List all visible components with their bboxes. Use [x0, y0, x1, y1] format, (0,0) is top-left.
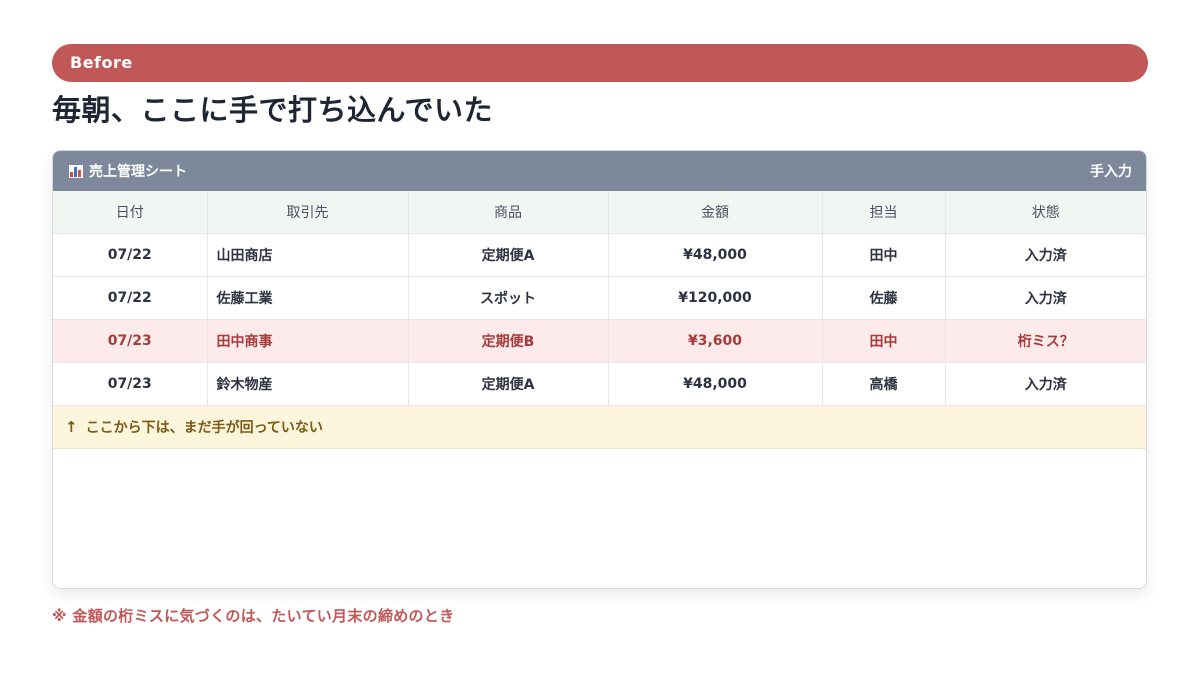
cell-product[interactable]: 定期便A — [408, 233, 609, 277]
column-header-owner: 担当 — [822, 191, 946, 234]
mode-label: 手入力 — [1090, 164, 1132, 180]
sales-sheet: 売上管理シート 手入力 日付 取引先 商品 金額 担当 状態 07/22 山田商… — [52, 150, 1147, 589]
pending-note-text: ここから下は、まだ手が回っていない — [85, 420, 323, 436]
cell-owner[interactable]: 佐藤 — [822, 276, 946, 320]
cell-date[interactable]: 07/22 — [53, 233, 208, 277]
cell-product[interactable]: 定期便B — [408, 319, 609, 363]
cell-client[interactable]: 鈴木物産 — [207, 362, 409, 406]
cell-amount[interactable]: ¥120,000 — [608, 276, 823, 320]
cell-client[interactable]: 田中商事 — [207, 319, 409, 363]
cell-amount[interactable]: ¥48,000 — [608, 362, 823, 406]
table-row[interactable]: 07/22 山田商店 定期便A ¥48,000 田中 入力済 — [53, 233, 1146, 277]
sheet-title: 売上管理シート — [89, 164, 187, 180]
footnote: ※ 金額の桁ミスに気づくのは、たいてい月末の締めのとき — [52, 607, 455, 625]
cell-product[interactable]: 定期便A — [408, 362, 609, 406]
cell-status[interactable]: 入力済 — [945, 233, 1146, 277]
sales-table: 日付 取引先 商品 金額 担当 状態 07/22 山田商店 定期便A ¥48,0… — [53, 191, 1146, 406]
cell-amount[interactable]: ¥48,000 — [608, 233, 823, 277]
page-title: 毎朝、ここに手で打ち込んでいた — [52, 93, 494, 127]
cell-date[interactable]: 07/23 — [53, 362, 208, 406]
before-badge: Before — [52, 44, 1148, 82]
column-header-client: 取引先 — [207, 191, 409, 234]
up-arrow-icon: ↑ — [65, 418, 78, 436]
column-header-status: 状態 — [945, 191, 1146, 234]
sheet-title-wrap: 売上管理シート — [69, 161, 187, 181]
table-row[interactable]: 07/23 鈴木物産 定期便A ¥48,000 高橋 入力済 — [53, 362, 1146, 406]
table-row-error[interactable]: 07/23 田中商事 定期便B ¥3,600 田中 桁ミス？ — [53, 319, 1146, 363]
column-header-amount: 金額 — [608, 191, 823, 234]
cell-status[interactable]: 入力済 — [945, 276, 1146, 320]
cell-amount[interactable]: ¥3,600 — [608, 319, 823, 363]
cell-owner[interactable]: 高橋 — [822, 362, 946, 406]
cell-status[interactable]: 桁ミス？ — [945, 319, 1146, 363]
table-header-row: 日付 取引先 商品 金額 担当 状態 — [53, 191, 1146, 234]
cell-date[interactable]: 07/22 — [53, 276, 208, 320]
before-badge-label: Before — [70, 53, 133, 72]
cell-client[interactable]: 佐藤工業 — [207, 276, 409, 320]
cell-owner[interactable]: 田中 — [822, 319, 946, 363]
table-row[interactable]: 07/22 佐藤工業 スポット ¥120,000 佐藤 入力済 — [53, 276, 1146, 320]
cell-product[interactable]: スポット — [408, 276, 609, 320]
bar-chart-icon — [69, 164, 83, 178]
column-header-date: 日付 — [53, 191, 208, 234]
cell-owner[interactable]: 田中 — [822, 233, 946, 277]
cell-status[interactable]: 入力済 — [945, 362, 1146, 406]
cell-date[interactable]: 07/23 — [53, 319, 208, 363]
cell-client[interactable]: 山田商店 — [207, 233, 409, 277]
sheet-header: 売上管理シート 手入力 — [53, 151, 1146, 191]
pending-note-row: ↑ ここから下は、まだ手が回っていない — [53, 406, 1146, 449]
column-header-product: 商品 — [408, 191, 609, 234]
